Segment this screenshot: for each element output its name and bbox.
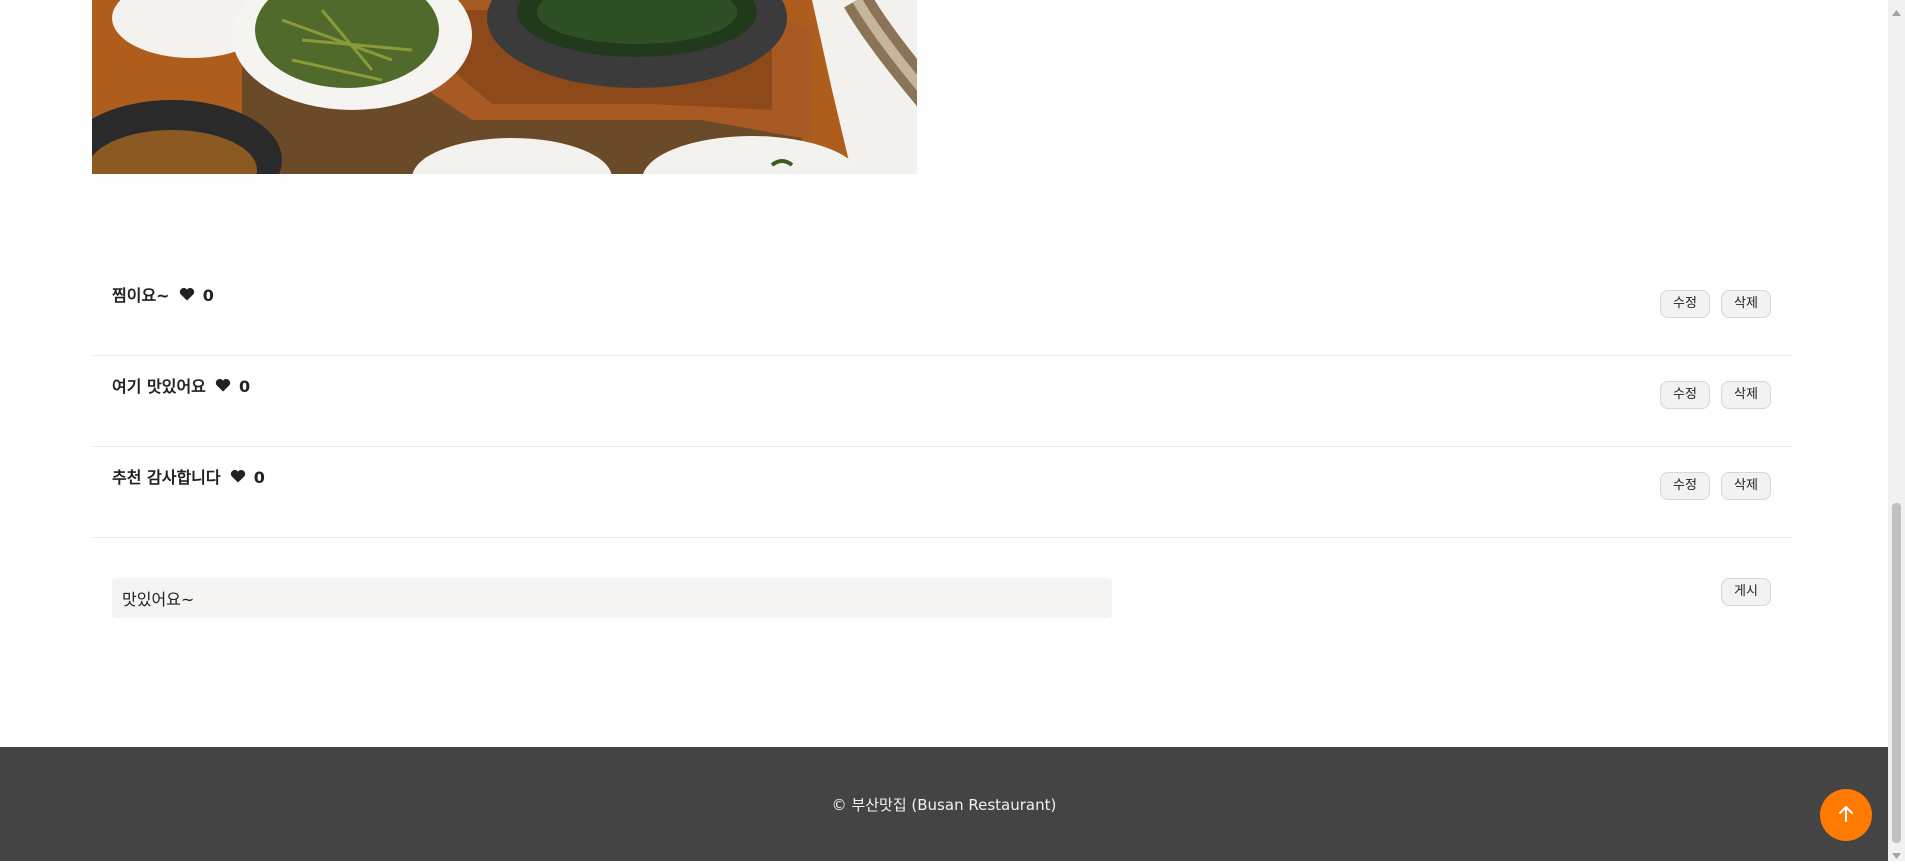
page: 찜이요~ 0 수정 삭제 여기 맛있어요 0 수정 삭제 추천 감사합니다 0 …: [0, 0, 1888, 861]
restaurant-photo: [92, 0, 917, 174]
delete-button[interactable]: 삭제: [1721, 290, 1771, 318]
heart-icon[interactable]: [215, 377, 237, 396]
footer: © 부산맛집 (Busan Restaurant): [0, 747, 1888, 861]
comment-text: 여기 맛있어요 0: [112, 373, 250, 397]
comment-input[interactable]: [112, 578, 1112, 618]
like-count: 0: [239, 377, 251, 396]
comment-body: 찜이요~: [112, 286, 170, 305]
like-count: 0: [202, 286, 214, 305]
scrollbar-thumb[interactable]: [1892, 503, 1901, 843]
footer-copyright: © 부산맛집 (Busan Restaurant): [831, 796, 1057, 814]
scroll-down-arrow-icon[interactable]: [1891, 846, 1902, 859]
comment-row: 찜이요~ 0 수정 삭제: [92, 264, 1792, 356]
comment-row: 추천 감사합니다 0 수정 삭제: [92, 446, 1792, 538]
comment-body: 추천 감사합니다: [112, 468, 221, 487]
heart-icon[interactable]: [179, 286, 201, 305]
delete-button[interactable]: 삭제: [1721, 472, 1771, 500]
delete-button[interactable]: 삭제: [1721, 381, 1771, 409]
arrow-up-icon: [1836, 804, 1856, 827]
comment-form: 게시: [112, 578, 1772, 618]
comment-text: 추천 감사합니다 0: [112, 464, 265, 488]
scroll-top-button[interactable]: [1820, 789, 1872, 841]
post-button[interactable]: 게시: [1721, 578, 1771, 606]
edit-button[interactable]: 수정: [1660, 472, 1710, 500]
like-count: 0: [253, 468, 265, 487]
comment-row: 여기 맛있어요 0 수정 삭제: [92, 355, 1792, 447]
edit-button[interactable]: 수정: [1660, 381, 1710, 409]
comment-body: 여기 맛있어요: [112, 377, 206, 396]
edit-button[interactable]: 수정: [1660, 290, 1710, 318]
comment-text: 찜이요~ 0: [112, 282, 214, 306]
scroll-up-arrow-icon[interactable]: [1891, 3, 1902, 16]
heart-icon[interactable]: [230, 468, 252, 487]
